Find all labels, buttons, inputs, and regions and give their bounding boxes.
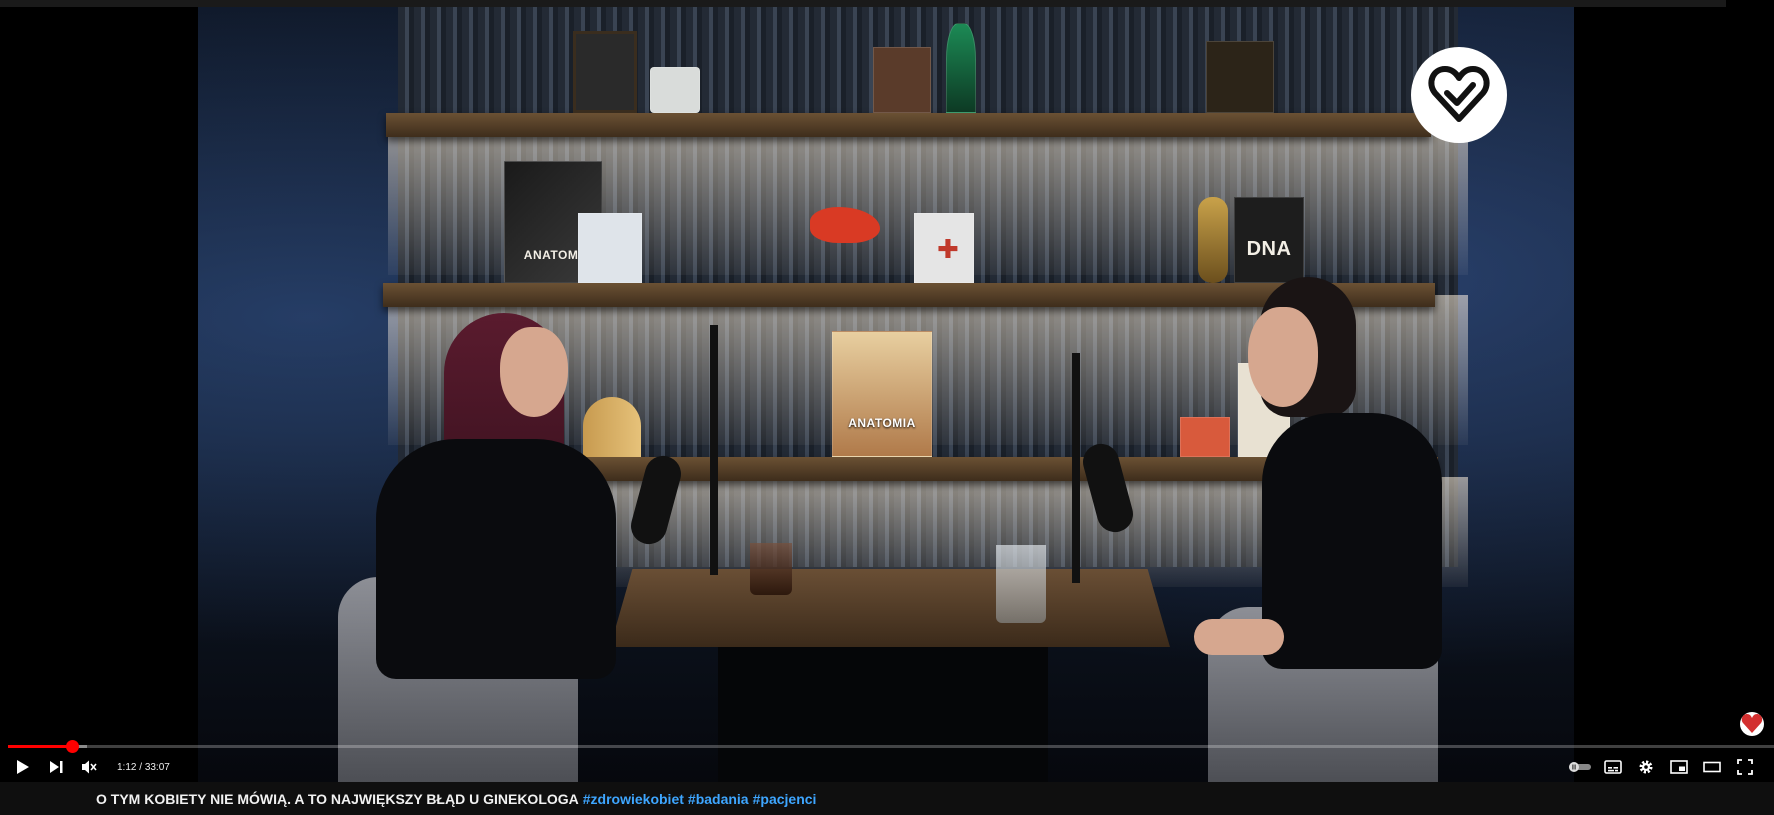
time-separator: / <box>139 761 143 773</box>
book-title: ANATOMIA <box>848 416 916 430</box>
person-left-face <box>500 327 568 417</box>
book-body-figure <box>578 213 642 283</box>
gear-icon <box>1639 760 1653 774</box>
framed-heart-picture <box>873 47 931 113</box>
water-glass <box>996 545 1046 623</box>
time-display: 1:12 / 33:07 <box>117 762 170 773</box>
person-right-body <box>1262 413 1442 669</box>
channel-watermark-logo[interactable] <box>1411 47 1507 143</box>
channel-branding-icon[interactable] <box>1738 710 1766 738</box>
video-player[interactable]: ANATOMI ✚ DNA ANATOMIA 1:12 / 33:07 <box>0 0 1774 782</box>
gold-arch-decor <box>583 397 641 457</box>
heart-badge-icon <box>1740 712 1764 736</box>
next-icon <box>50 761 63 773</box>
coffee-glass <box>750 543 792 595</box>
fullscreen-icon <box>1737 759 1753 775</box>
player-controls: 1:12 / 33:07 <box>0 752 1774 782</box>
video-title: O TYM KOBIETY NIE MÓWIĄ. A TO NAJWIĘKSZY… <box>96 790 579 807</box>
theater-mode-icon <box>1703 761 1721 773</box>
autoplay-toggle-icon <box>1569 762 1591 772</box>
book-anatomia-muscles: ANATOMIA <box>832 331 932 457</box>
play-button[interactable] <box>8 752 38 782</box>
subtitles-icon <box>1604 760 1622 774</box>
hashtag-link[interactable]: #badania <box>688 791 749 807</box>
right-controls <box>1565 752 1760 782</box>
video-title-bar: O TYM KOBIETY NIE MÓWIĄ. A TO NAJWIĘKSZY… <box>0 782 1774 815</box>
time-total: 33:07 <box>144 761 170 773</box>
decor-vase <box>946 23 976 113</box>
first-aid-box: ✚ <box>914 213 974 283</box>
progress-played <box>8 745 72 748</box>
play-icon <box>17 760 29 774</box>
book-dark <box>1206 41 1274 113</box>
cross-icon: ✚ <box>937 234 959 264</box>
hashtag-link[interactable]: #zdrowiekobiet <box>583 791 684 807</box>
miniplayer-icon <box>1670 760 1688 774</box>
subtitles-button[interactable] <box>1598 752 1628 782</box>
mute-button[interactable] <box>74 752 104 782</box>
miniplayer-button[interactable] <box>1664 752 1694 782</box>
time-current: 1:12 <box>117 761 137 773</box>
heart-logo-icon <box>1428 66 1490 122</box>
table <box>610 569 1170 647</box>
book-title: DNA <box>1246 238 1292 260</box>
settings-button[interactable] <box>1631 752 1661 782</box>
person-left-body <box>376 439 616 679</box>
volume-muted-icon <box>82 760 97 774</box>
mic-stand-right <box>1072 353 1080 583</box>
progress-bar[interactable] <box>8 740 1774 753</box>
gold-rings-decor <box>1198 197 1228 283</box>
hashtag-link[interactable]: #pacjenci <box>753 791 817 807</box>
person-right-face <box>1248 307 1318 407</box>
fullscreen-button[interactable] <box>1730 752 1760 782</box>
theater-mode-button[interactable] <box>1697 752 1727 782</box>
mic-stand-left <box>710 325 718 575</box>
video-frame[interactable]: ANATOMI ✚ DNA ANATOMIA <box>198 7 1574 782</box>
top-strip <box>0 0 1726 7</box>
framed-picture <box>573 31 637 113</box>
shelf-top <box>386 113 1431 137</box>
book-dna: DNA <box>1234 197 1304 283</box>
left-controls: 1:12 / 33:07 <box>8 752 170 782</box>
plant-pot <box>1180 417 1230 457</box>
autoplay-toggle[interactable] <box>1565 752 1595 782</box>
next-button[interactable] <box>41 752 71 782</box>
plant-pot <box>650 67 700 113</box>
person-right-hands <box>1194 619 1284 655</box>
